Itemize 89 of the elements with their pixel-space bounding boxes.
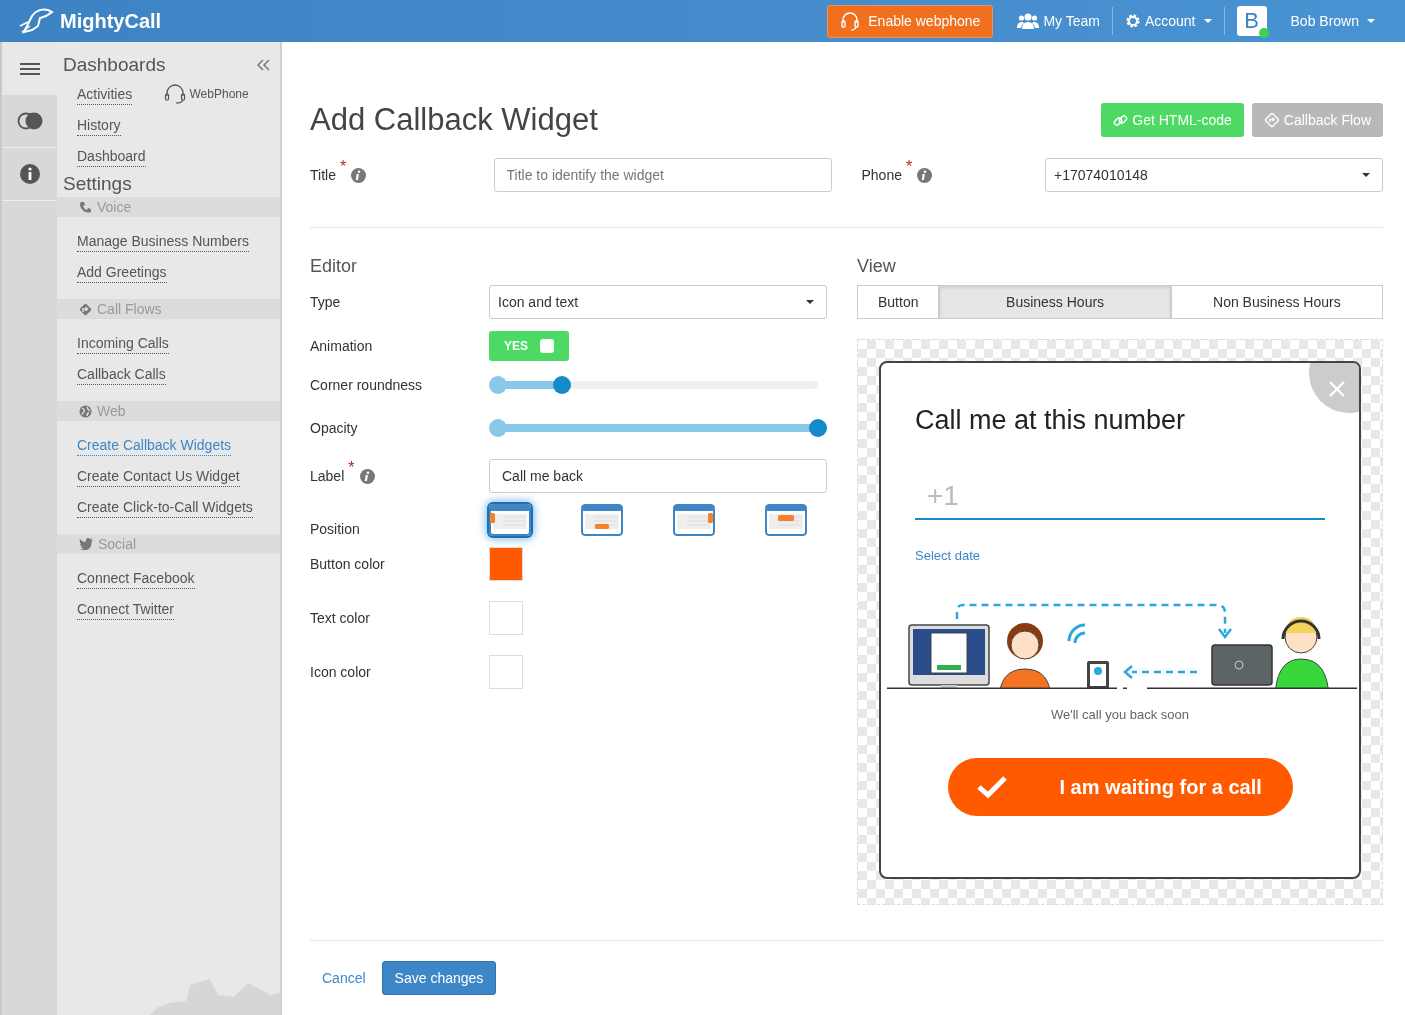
field-label: Opacity bbox=[310, 420, 358, 436]
required-mark: * bbox=[348, 459, 355, 477]
sidebar-link[interactable]: Create Click-to-Call Widgets bbox=[77, 497, 253, 518]
field-label: Animation bbox=[310, 338, 373, 354]
field-label: Label bbox=[310, 468, 345, 484]
caret-icon bbox=[806, 300, 814, 304]
sidebar-link[interactable]: Create Callback Widgets bbox=[77, 435, 232, 456]
field-label: Icon color bbox=[310, 664, 371, 680]
settings-icon bbox=[1124, 13, 1141, 29]
sidebar-link[interactable]: Connect Facebook bbox=[77, 568, 195, 589]
position-option[interactable] bbox=[765, 504, 807, 536]
menu-icon bbox=[19, 62, 40, 75]
link-icon bbox=[1113, 112, 1129, 128]
info-icon bbox=[359, 468, 375, 484]
team-icon bbox=[1017, 13, 1040, 29]
section-heading: View bbox=[857, 256, 897, 277]
section-header: Web bbox=[57, 401, 280, 421]
menu-button[interactable] bbox=[2, 42, 57, 95]
field-label: Phone bbox=[861, 167, 902, 183]
sidebar-link[interactable]: Add Greetings bbox=[77, 262, 167, 283]
bird-icon bbox=[79, 538, 93, 550]
field-label: Button color bbox=[310, 556, 385, 572]
close-icon bbox=[1329, 381, 1345, 397]
sidebar-link[interactable]: Connect Twitter bbox=[77, 599, 174, 620]
caret-icon bbox=[1367, 19, 1375, 23]
caret-icon bbox=[1362, 173, 1370, 177]
color-swatch[interactable] bbox=[489, 547, 523, 581]
section-heading: Editor bbox=[310, 256, 359, 277]
phone-icon bbox=[79, 200, 92, 214]
webphone-link[interactable]: WebPhone bbox=[163, 84, 249, 104]
info-icon bbox=[19, 164, 40, 184]
view-tab[interactable]: Non Business Hours bbox=[1170, 285, 1383, 319]
logo-text: MightyCall bbox=[60, 9, 162, 33]
sidebar-link[interactable]: Callback Calls bbox=[77, 364, 166, 385]
headset-icon bbox=[840, 11, 861, 31]
section-header: Call Flows bbox=[57, 299, 280, 319]
slider-thumb[interactable] bbox=[553, 376, 571, 394]
section-header: Voice bbox=[57, 197, 280, 217]
nav-link[interactable]: Account bbox=[1112, 13, 1224, 29]
direction-icon bbox=[1263, 112, 1280, 128]
headset-icon bbox=[163, 84, 186, 104]
sidebar-link[interactable]: History bbox=[77, 115, 121, 136]
sidebar-link[interactable]: Create Contact Us Widget bbox=[77, 466, 240, 487]
title-input[interactable]: Title to identify the widget bbox=[493, 158, 832, 192]
section-header: Social bbox=[57, 534, 280, 554]
sidebar-link[interactable]: Manage Business Numbers bbox=[77, 231, 249, 252]
cancel-link[interactable]: Cancel bbox=[322, 970, 366, 986]
sidebar-heading: Settings bbox=[62, 172, 133, 195]
select-date-link[interactable]: Select date bbox=[915, 548, 981, 563]
user-avatar[interactable]: B bbox=[1236, 6, 1267, 36]
slider-handle[interactable] bbox=[489, 376, 507, 394]
collapse-icon[interactable] bbox=[256, 59, 270, 71]
slider-thumb[interactable] bbox=[809, 419, 827, 437]
sidebar-link[interactable]: Dashboard bbox=[77, 146, 146, 167]
view-tab[interactable]: Business Hours bbox=[939, 285, 1171, 319]
phone-select[interactable]: +17074010148 bbox=[1045, 158, 1383, 192]
page-title: Add Callback Widget bbox=[310, 102, 598, 138]
sidebar-link[interactable]: Incoming Calls bbox=[77, 333, 169, 354]
checkmark-icon bbox=[975, 775, 1008, 799]
required-mark: * bbox=[906, 158, 913, 176]
globe-icon bbox=[79, 404, 92, 418]
field-label: Type bbox=[310, 294, 341, 310]
type-select[interactable]: Icon and text bbox=[489, 285, 827, 319]
field-label: Title bbox=[310, 167, 336, 183]
user-menu[interactable]: Bob Brown bbox=[1278, 13, 1387, 29]
info-icon bbox=[917, 167, 933, 183]
slider-handle[interactable] bbox=[489, 419, 507, 437]
required-mark: * bbox=[339, 158, 347, 176]
field-label: Text color bbox=[310, 610, 370, 626]
position-option[interactable] bbox=[673, 504, 715, 536]
position-option[interactable] bbox=[581, 504, 623, 536]
position-option[interactable] bbox=[489, 504, 531, 536]
toggle-icon bbox=[16, 112, 43, 130]
sidebar-link[interactable]: Activities bbox=[77, 84, 133, 105]
slider[interactable] bbox=[489, 419, 827, 437]
sidebar-title: Dashboards bbox=[63, 54, 166, 76]
direction-icon bbox=[79, 302, 92, 316]
field-label: Position bbox=[310, 521, 360, 537]
widget-caption: We'll call you back soon bbox=[1049, 707, 1191, 722]
field-label: Corner roundness bbox=[310, 377, 423, 393]
nav-link[interactable]: My Team bbox=[1005, 13, 1112, 29]
logo-icon bbox=[18, 6, 54, 36]
color-swatch[interactable] bbox=[489, 655, 523, 689]
color-swatch[interactable] bbox=[489, 601, 523, 635]
view-tab[interactable]: Button bbox=[857, 285, 940, 319]
save-changes-button[interactable]: Save changes bbox=[381, 961, 497, 995]
widget-title: Call me at this number bbox=[915, 405, 1187, 436]
label-input[interactable]: Call me back bbox=[489, 459, 827, 493]
info-icon bbox=[351, 167, 367, 183]
